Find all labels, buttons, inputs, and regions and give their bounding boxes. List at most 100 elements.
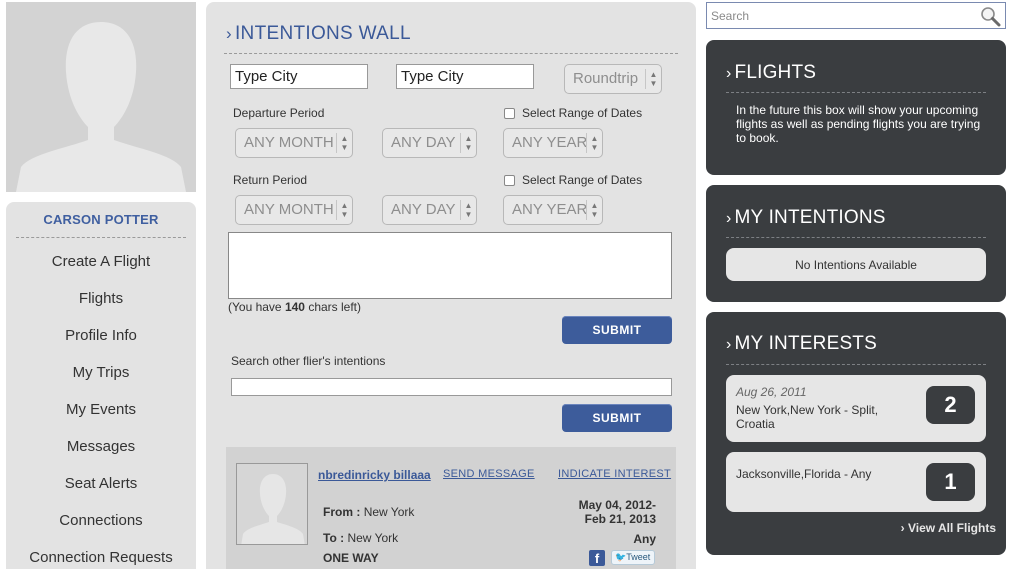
- to-label: To :: [323, 531, 345, 545]
- nav-connection-requests[interactable]: Connection Requests: [6, 546, 196, 569]
- to-city-input[interactable]: [396, 64, 534, 89]
- interest-item[interactable]: Jacksonville,Florida - Any 1: [726, 452, 986, 512]
- select-arrows-icon: ▲ ▼: [336, 133, 352, 153]
- interest-count-badge: 2: [926, 386, 975, 424]
- my-interests-title: › MY INTERESTS: [726, 333, 877, 355]
- departure-day-select[interactable]: ANY DAY ▲ ▼: [382, 128, 477, 158]
- nav-my-events[interactable]: My Events: [6, 398, 196, 435]
- trip-type-value: Roundtrip: [573, 70, 639, 87]
- chars-left-prefix: (You have: [228, 300, 282, 314]
- intentions-wall-title-text: INTENTIONS WALL: [234, 23, 411, 44]
- nav-seat-alerts[interactable]: Seat Alerts: [6, 472, 196, 509]
- divider: [726, 364, 986, 365]
- chars-left-suffix: chars left): [308, 300, 362, 314]
- chevron-right-icon: ›: [726, 65, 732, 82]
- departure-range-label: Select Range of Dates: [522, 106, 643, 120]
- interest-route: Jacksonville,Florida - Any: [736, 467, 872, 481]
- divider: [726, 237, 986, 238]
- global-search-input[interactable]: [707, 3, 977, 28]
- avatar-silhouette-icon: [16, 22, 186, 192]
- return-day-select[interactable]: ANY DAY ▲ ▼: [382, 195, 477, 225]
- return-day-value: ANY DAY: [391, 201, 456, 218]
- nav-profile-info[interactable]: Profile Info: [6, 324, 196, 361]
- trip-type-text: ONE WAY: [323, 551, 379, 565]
- select-arrows-icon: ▲ ▼: [460, 200, 476, 220]
- search-icon[interactable]: [979, 5, 1001, 27]
- intention-trip-type: ONE WAY: [323, 551, 379, 565]
- date-start: May 04, 2012-: [578, 498, 656, 512]
- indicate-interest-link[interactable]: INDICATE INTEREST: [558, 468, 671, 480]
- facebook-share-icon[interactable]: f: [589, 550, 605, 566]
- my-intentions-box: › MY INTENTIONS No Intentions Available: [706, 185, 1006, 302]
- date-end: Feb 21, 2013: [584, 512, 656, 526]
- select-arrows-icon: ▲ ▼: [460, 133, 476, 153]
- divider: [224, 53, 678, 54]
- no-intentions-message: No Intentions Available: [726, 248, 986, 281]
- return-label: Return Period: [233, 173, 308, 187]
- tweet-button[interactable]: 🐦Tweet: [611, 550, 655, 565]
- flights-title: › FLIGHTS: [726, 62, 816, 84]
- chevron-right-icon: ›: [726, 210, 732, 227]
- return-range-checkbox[interactable]: [504, 175, 515, 186]
- select-arrows-icon: ▲ ▼: [586, 200, 602, 220]
- twitter-bird-icon: 🐦: [615, 552, 627, 562]
- departure-day-value: ANY DAY: [391, 134, 456, 151]
- search-intentions-input[interactable]: [231, 378, 672, 396]
- profile-nav: Create A Flight Flights Profile Info My …: [6, 250, 196, 569]
- nav-my-trips[interactable]: My Trips: [6, 361, 196, 398]
- my-interests-box: › MY INTERESTS Aug 26, 2011 New York,New …: [706, 312, 1006, 555]
- select-arrows-icon: ▲ ▼: [336, 200, 352, 220]
- from-label: From :: [323, 505, 361, 519]
- trip-type-select[interactable]: Roundtrip ▲ ▼: [564, 64, 662, 94]
- return-year-select[interactable]: ANY YEAR ▲ ▼: [503, 195, 603, 225]
- to-value: New York: [347, 531, 399, 545]
- divider: [726, 92, 986, 93]
- intention-card: nbredinricky billaaa SEND MESSAGE INDICA…: [226, 447, 676, 569]
- return-year-value: ANY YEAR: [512, 201, 588, 218]
- interest-count-badge: 1: [926, 463, 975, 501]
- departure-month-value: ANY MONTH: [244, 134, 334, 151]
- view-all-flights-link[interactable]: › View All Flights: [901, 521, 996, 535]
- my-interests-title-text: MY INTERESTS: [734, 333, 877, 354]
- intention-any: Any: [633, 532, 656, 546]
- send-message-link[interactable]: SEND MESSAGE: [443, 468, 535, 480]
- departure-year-select[interactable]: ANY YEAR ▲ ▼: [503, 128, 603, 158]
- nav-connections[interactable]: Connections: [6, 509, 196, 546]
- intention-textarea[interactable]: [228, 232, 672, 299]
- nav-create-flight[interactable]: Create A Flight: [6, 250, 196, 287]
- from-city-input[interactable]: [230, 64, 368, 89]
- tweet-label: Tweet: [626, 552, 651, 562]
- nav-flights[interactable]: Flights: [6, 287, 196, 324]
- intention-to: To : New York: [323, 531, 398, 545]
- select-arrows-icon: ▲ ▼: [586, 133, 602, 153]
- departure-label: Departure Period: [233, 106, 325, 120]
- intentions-wall-panel: ›INTENTIONS WALL Roundtrip ▲▼ Departure …: [206, 2, 696, 569]
- return-month-value: ANY MONTH: [244, 201, 334, 218]
- interest-item[interactable]: Aug 26, 2011 New York,New York - Split, …: [726, 375, 986, 442]
- flights-description: In the future this box will show your up…: [736, 103, 981, 145]
- nav-messages[interactable]: Messages: [6, 435, 196, 472]
- submit-intention-button[interactable]: SUBMIT: [562, 316, 672, 344]
- no-intentions-text: No Intentions Available: [795, 258, 917, 272]
- departure-range-checkbox[interactable]: [504, 108, 515, 119]
- return-range-label: Select Range of Dates: [522, 173, 643, 187]
- chevron-right-icon: ›: [226, 24, 232, 43]
- intention-user-avatar[interactable]: [236, 463, 308, 545]
- flights-title-text: FLIGHTS: [734, 62, 817, 83]
- profile-nav-panel: CARSON POTTER Create A Flight Flights Pr…: [6, 202, 196, 569]
- select-arrows-icon: ▲ ▼: [645, 69, 661, 89]
- interest-route: New York,New York - Split, Croatia: [736, 403, 879, 431]
- return-month-select[interactable]: ANY MONTH ▲ ▼: [235, 195, 353, 225]
- departure-month-select[interactable]: ANY MONTH ▲ ▼: [235, 128, 353, 158]
- profile-avatar: [6, 2, 196, 192]
- my-intentions-title: › MY INTENTIONS: [726, 207, 886, 229]
- intentions-wall-title: › INTENTIONS WALL: [226, 23, 411, 45]
- global-search: [706, 2, 1006, 29]
- my-intentions-title-text: MY INTENTIONS: [734, 207, 886, 228]
- divider: [16, 237, 186, 238]
- chevron-right-icon: ›: [726, 336, 732, 353]
- search-intentions-label: Search other flier's intentions: [231, 354, 386, 368]
- from-value: New York: [363, 505, 415, 519]
- intention-user-link[interactable]: nbredinricky billaaa: [318, 468, 431, 482]
- search-intentions-submit-button[interactable]: SUBMIT: [562, 404, 672, 432]
